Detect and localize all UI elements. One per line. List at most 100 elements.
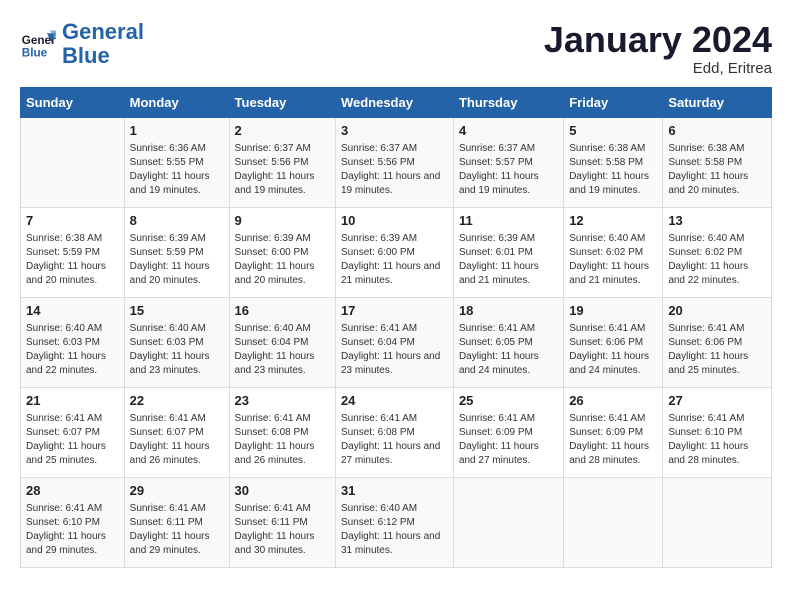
day-info: Sunrise: 6:41 AMSunset: 6:06 PMDaylight:… [668, 322, 766, 378]
day-number: 18 [459, 302, 558, 320]
header-monday: Monday [124, 87, 229, 117]
day-cell: 3 Sunrise: 6:37 AMSunset: 5:56 PMDaylight… [335, 117, 453, 207]
day-cell: 12 Sunrise: 6:40 AMSunset: 6:02 PMDayligh… [564, 207, 663, 297]
day-cell: 28Sunrise: 6:41 AMSunset: 6:10 PMDayligh… [21, 477, 125, 567]
day-number: 11 [459, 212, 558, 230]
day-info: Sunrise: 6:39 AMSunset: 5:59 PMDaylight:… [130, 232, 224, 288]
day-number: 23 [235, 392, 330, 410]
day-info: Sunrise: 6:41 AMSunset: 6:09 PMDaylight:… [459, 412, 558, 468]
day-info: Sunrise: 6:41 AMSunset: 6:09 PMDaylight:… [569, 412, 657, 468]
week-row-1: 1 Sunrise: 6:36 AMSunset: 5:55 PMDaylight… [21, 117, 772, 207]
day-info: Sunrise: 6:41 AMSunset: 6:06 PMDaylight:… [569, 322, 657, 378]
day-cell: 17Sunrise: 6:41 AMSunset: 6:04 PMDayligh… [335, 297, 453, 387]
day-number: 27 [668, 392, 766, 410]
logo-text-general: General [62, 20, 144, 44]
header-thursday: Thursday [453, 87, 563, 117]
day-info: Sunrise: 6:40 AMSunset: 6:03 PMDaylight:… [26, 322, 119, 378]
day-info: Sunrise: 6:39 AMSunset: 6:01 PMDaylight:… [459, 232, 558, 288]
week-row-5: 28Sunrise: 6:41 AMSunset: 6:10 PMDayligh… [21, 477, 772, 567]
header-friday: Friday [564, 87, 663, 117]
day-cell: 24Sunrise: 6:41 AMSunset: 6:08 PMDayligh… [335, 387, 453, 477]
day-cell: 11 Sunrise: 6:39 AMSunset: 6:01 PMDayligh… [453, 207, 563, 297]
day-info: Sunrise: 6:41 AMSunset: 6:11 PMDaylight:… [235, 502, 330, 558]
day-number: 2 [235, 122, 330, 140]
day-info: Sunrise: 6:41 AMSunset: 6:11 PMDaylight:… [130, 502, 224, 558]
day-cell: 6 Sunrise: 6:38 AMSunset: 5:58 PMDaylight… [663, 117, 772, 207]
day-cell: 25 Sunrise: 6:41 AMSunset: 6:09 PMDayligh… [453, 387, 563, 477]
svg-text:Blue: Blue [22, 47, 48, 60]
day-number: 5 [569, 122, 657, 140]
day-info: Sunrise: 6:40 AMSunset: 6:02 PMDaylight:… [668, 232, 766, 288]
day-cell: 4 Sunrise: 6:37 AMSunset: 5:57 PMDaylight… [453, 117, 563, 207]
day-number: 28 [26, 482, 119, 500]
day-number: 19 [569, 302, 657, 320]
day-cell: 16Sunrise: 6:40 AMSunset: 6:04 PMDayligh… [229, 297, 335, 387]
location-subtitle: Edd, Eritrea [544, 60, 772, 77]
day-cell: 30 Sunrise: 6:41 AMSunset: 6:11 PMDayligh… [229, 477, 335, 567]
day-info: Sunrise: 6:37 AMSunset: 5:56 PMDaylight:… [235, 142, 330, 198]
day-info: Sunrise: 6:41 AMSunset: 6:05 PMDaylight:… [459, 322, 558, 378]
day-cell [564, 477, 663, 567]
day-info: Sunrise: 6:41 AMSunset: 6:04 PMDaylight:… [341, 322, 448, 378]
day-number: 16 [235, 302, 330, 320]
day-cell: 9 Sunrise: 6:39 AMSunset: 6:00 PMDaylight… [229, 207, 335, 297]
day-info: Sunrise: 6:37 AMSunset: 5:56 PMDaylight:… [341, 142, 448, 198]
day-number: 4 [459, 122, 558, 140]
day-cell: 21Sunrise: 6:41 AMSunset: 6:07 PMDayligh… [21, 387, 125, 477]
day-cell: 13Sunrise: 6:40 AMSunset: 6:02 PMDayligh… [663, 207, 772, 297]
day-info: Sunrise: 6:37 AMSunset: 5:57 PMDaylight:… [459, 142, 558, 198]
logo: General Blue General Blue [20, 20, 144, 68]
logo-icon: General Blue [20, 26, 56, 62]
day-number: 20 [668, 302, 766, 320]
day-cell: 5 Sunrise: 6:38 AMSunset: 5:58 PMDaylight… [564, 117, 663, 207]
day-cell [453, 477, 563, 567]
week-row-4: 21Sunrise: 6:41 AMSunset: 6:07 PMDayligh… [21, 387, 772, 477]
day-cell [663, 477, 772, 567]
day-number: 21 [26, 392, 119, 410]
day-info: Sunrise: 6:40 AMSunset: 6:02 PMDaylight:… [569, 232, 657, 288]
day-number: 25 [459, 392, 558, 410]
day-info: Sunrise: 6:38 AMSunset: 5:58 PMDaylight:… [668, 142, 766, 198]
day-cell: 23 Sunrise: 6:41 AMSunset: 6:08 PMDayligh… [229, 387, 335, 477]
header-sunday: Sunday [21, 87, 125, 117]
day-info: Sunrise: 6:40 AMSunset: 6:12 PMDaylight:… [341, 502, 448, 558]
day-info: Sunrise: 6:39 AMSunset: 6:00 PMDaylight:… [341, 232, 448, 288]
day-number: 24 [341, 392, 448, 410]
day-cell [21, 117, 125, 207]
day-cell: 8 Sunrise: 6:39 AMSunset: 5:59 PMDaylight… [124, 207, 229, 297]
day-number: 10 [341, 212, 448, 230]
day-info: Sunrise: 6:38 AMSunset: 5:58 PMDaylight:… [569, 142, 657, 198]
day-number: 14 [26, 302, 119, 320]
day-number: 30 [235, 482, 330, 500]
day-info: Sunrise: 6:39 AMSunset: 6:00 PMDaylight:… [235, 232, 330, 288]
day-number: 31 [341, 482, 448, 500]
month-title: January 2024 [544, 20, 772, 60]
day-info: Sunrise: 6:40 AMSunset: 6:03 PMDaylight:… [130, 322, 224, 378]
day-cell: 15 Sunrise: 6:40 AMSunset: 6:03 PMDayligh… [124, 297, 229, 387]
header-tuesday: Tuesday [229, 87, 335, 117]
header-saturday: Saturday [663, 87, 772, 117]
day-cell: 26Sunrise: 6:41 AMSunset: 6:09 PMDayligh… [564, 387, 663, 477]
day-cell: 19 Sunrise: 6:41 AMSunset: 6:06 PMDayligh… [564, 297, 663, 387]
day-info: Sunrise: 6:36 AMSunset: 5:55 PMDaylight:… [130, 142, 224, 198]
day-info: Sunrise: 6:38 AMSunset: 5:59 PMDaylight:… [26, 232, 119, 288]
day-number: 12 [569, 212, 657, 230]
day-cell: 14 Sunrise: 6:40 AMSunset: 6:03 PMDayligh… [21, 297, 125, 387]
day-cell: 2 Sunrise: 6:37 AMSunset: 5:56 PMDaylight… [229, 117, 335, 207]
day-cell: 10 Sunrise: 6:39 AMSunset: 6:00 PMDayligh… [335, 207, 453, 297]
day-number: 29 [130, 482, 224, 500]
day-cell: 18 Sunrise: 6:41 AMSunset: 6:05 PMDayligh… [453, 297, 563, 387]
calendar-table: SundayMondayTuesdayWednesdayThursdayFrid… [20, 87, 772, 568]
day-number: 15 [130, 302, 224, 320]
day-number: 22 [130, 392, 224, 410]
day-cell: 7Sunrise: 6:38 AMSunset: 5:59 PMDaylight… [21, 207, 125, 297]
week-row-2: 7Sunrise: 6:38 AMSunset: 5:59 PMDaylight… [21, 207, 772, 297]
day-number: 6 [668, 122, 766, 140]
day-number: 9 [235, 212, 330, 230]
day-cell: 20 Sunrise: 6:41 AMSunset: 6:06 PMDayligh… [663, 297, 772, 387]
day-info: Sunrise: 6:41 AMSunset: 6:08 PMDaylight:… [235, 412, 330, 468]
day-number: 3 [341, 122, 448, 140]
day-cell: 31 Sunrise: 6:40 AMSunset: 6:12 PMDayligh… [335, 477, 453, 567]
day-number: 8 [130, 212, 224, 230]
day-number: 1 [130, 122, 224, 140]
